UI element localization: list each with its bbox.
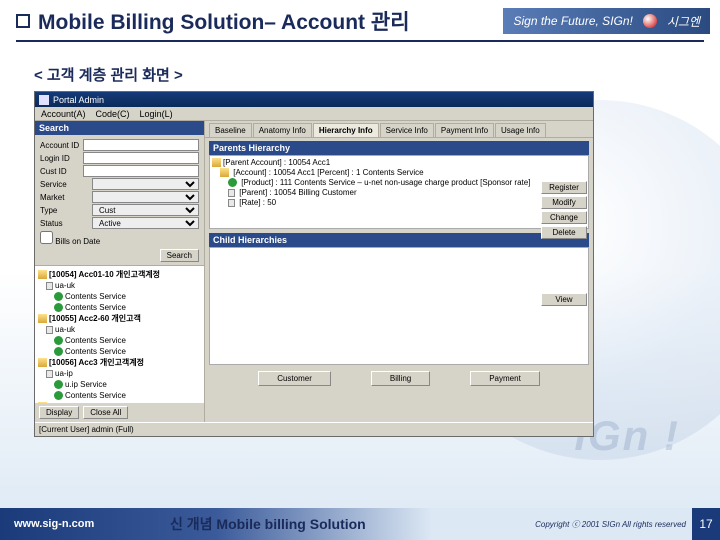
delete-button[interactable]: Delete xyxy=(541,226,587,239)
product-icon xyxy=(228,178,237,187)
search-button[interactable]: Search xyxy=(160,249,199,262)
folder-icon xyxy=(38,314,47,323)
tab-service[interactable]: Service Info xyxy=(380,123,434,137)
hier-line: [Parent] : 10054 Billing Customer xyxy=(237,188,357,197)
tab-baseline[interactable]: Baseline xyxy=(209,123,252,137)
page-number: 17 xyxy=(692,508,720,540)
label-type: Type xyxy=(40,206,92,215)
label-market: Market xyxy=(40,193,92,202)
hier-line: [Product] : 111 Contents Service – u-net… xyxy=(239,178,530,187)
tree-item[interactable]: Contents Service xyxy=(65,292,126,301)
status-select[interactable]: Active xyxy=(92,217,199,229)
label-cust-id: Cust ID xyxy=(40,167,83,176)
label-status: Status xyxy=(40,219,92,228)
market-select[interactable] xyxy=(92,191,199,203)
bills-on-date-checkbox[interactable] xyxy=(40,231,53,244)
tree-item[interactable]: [10067] acc54-4537 xyxy=(49,402,122,403)
footer-slogan: 신 개념 Mobile billing Solution xyxy=(150,514,535,534)
page-icon xyxy=(46,282,53,290)
page-icon xyxy=(228,189,235,197)
folder-icon xyxy=(38,270,47,279)
app-icon xyxy=(39,95,49,105)
footer-copyright: Copyright ⓒ 2001 SIGn All rights reserve… xyxy=(535,519,692,530)
service-icon xyxy=(54,336,63,345)
page-icon xyxy=(46,370,53,378)
tree-item[interactable]: ua-ip xyxy=(55,369,73,378)
tree-item[interactable]: [10054] Acc01-10 개인고객계정 xyxy=(49,270,160,279)
search-form: Account ID Login ID Cust ID Service Mark… xyxy=(35,135,204,265)
tab-payment[interactable]: Payment Info xyxy=(435,123,494,137)
logo-icon xyxy=(643,14,657,28)
menu-bar: Account(A) Code(C) Login(L) xyxy=(35,107,593,121)
page-icon xyxy=(228,199,235,207)
parent-hierarchy-title: Parents Hierarchy xyxy=(209,141,589,155)
login-id-input[interactable] xyxy=(83,152,199,164)
cust-id-input[interactable] xyxy=(83,165,199,177)
account-id-input[interactable] xyxy=(83,139,199,151)
child-hierarchy-title: Child Hierarchies xyxy=(209,233,589,247)
tab-usage[interactable]: Usage Info xyxy=(495,123,546,137)
folder-icon xyxy=(220,168,229,177)
tree-item[interactable]: Contents Service xyxy=(65,391,126,400)
header-brand-strip: Sign the Future, SIGn! 시그엔 xyxy=(503,8,710,34)
service-icon xyxy=(54,303,63,312)
payment-button[interactable]: Payment xyxy=(470,371,540,386)
customer-button[interactable]: Customer xyxy=(258,371,331,386)
label-service: Service xyxy=(40,180,92,189)
billing-button[interactable]: Billing xyxy=(371,371,430,386)
section-subtitle: < 고객 계층 관리 화면 > xyxy=(34,64,720,85)
child-hierarchy-list[interactable] xyxy=(209,247,589,365)
service-icon xyxy=(54,292,63,301)
status-text: [Current User] admin (Full) xyxy=(39,425,134,434)
folder-icon xyxy=(38,402,47,403)
tree-item[interactable]: Contents Service xyxy=(65,303,126,312)
register-button[interactable]: Register xyxy=(541,181,587,194)
modify-button[interactable]: Modify xyxy=(541,196,587,209)
footer-url: www.sig-n.com xyxy=(0,518,150,530)
tree-item[interactable]: [10056] Acc3 개인고객계정 xyxy=(49,358,144,367)
type-select[interactable]: Cust xyxy=(92,204,199,216)
menu-account[interactable]: Account(A) xyxy=(41,109,86,119)
service-icon xyxy=(54,347,63,356)
bills-on-date-label: Bills on Date xyxy=(55,237,100,246)
account-tree[interactable]: [10054] Acc01-10 개인고객계정 ua-uk Contents S… xyxy=(35,265,204,403)
hier-line: [Rate] : 50 xyxy=(237,198,276,207)
header-bullet-icon xyxy=(16,14,30,28)
close-all-button[interactable]: Close All xyxy=(83,406,128,419)
tree-item[interactable]: Contents Service xyxy=(65,336,126,345)
tree-item[interactable]: ua-uk xyxy=(55,325,75,334)
service-icon xyxy=(54,380,63,389)
parent-hierarchy-tree[interactable]: [Parent Account] : 10054 Acc1 [Account] … xyxy=(209,155,589,229)
page-title: Mobile Billing Solution– Account 관리 xyxy=(38,6,503,36)
tree-item[interactable]: ua-uk xyxy=(55,281,75,290)
folder-icon xyxy=(38,358,47,367)
window-titlebar[interactable]: Portal Admin xyxy=(35,92,593,107)
folder-icon xyxy=(212,158,221,167)
view-button[interactable]: View xyxy=(541,293,587,306)
tagline: Sign the Future, SIGn! xyxy=(513,14,632,28)
tab-anatomy[interactable]: Anatomy Info xyxy=(253,123,312,137)
tree-item[interactable]: Contents Service xyxy=(65,347,126,356)
hier-line: [Account] : 10054 Acc1 [Percent] : 1 Con… xyxy=(231,168,424,177)
label-account-id: Account ID xyxy=(40,141,83,150)
app-window: Portal Admin Account(A) Code(C) Login(L)… xyxy=(34,91,594,437)
header-divider xyxy=(16,40,704,42)
page-icon xyxy=(46,326,53,334)
menu-login[interactable]: Login(L) xyxy=(140,109,173,119)
service-select[interactable] xyxy=(92,178,199,190)
tree-item[interactable]: u.ip Service xyxy=(65,380,107,389)
tab-hierarchy[interactable]: Hierarchy Info xyxy=(313,123,379,137)
change-button[interactable]: Change xyxy=(541,211,587,224)
hier-line: [Parent Account] : 10054 Acc1 xyxy=(223,158,330,167)
service-icon xyxy=(54,391,63,400)
menu-code[interactable]: Code(C) xyxy=(96,109,130,119)
brand-name: 시그엔 xyxy=(667,13,700,30)
label-login-id: Login ID xyxy=(40,154,83,163)
tab-strip: Baseline Anatomy Info Hierarchy Info Ser… xyxy=(205,121,593,138)
status-bar: [Current User] admin (Full) xyxy=(35,422,593,436)
search-panel-title: Search xyxy=(35,121,204,135)
display-button[interactable]: Display xyxy=(39,406,79,419)
window-title: Portal Admin xyxy=(53,95,104,105)
tree-item[interactable]: [10055] Acc2-60 개인고객 xyxy=(49,314,141,323)
